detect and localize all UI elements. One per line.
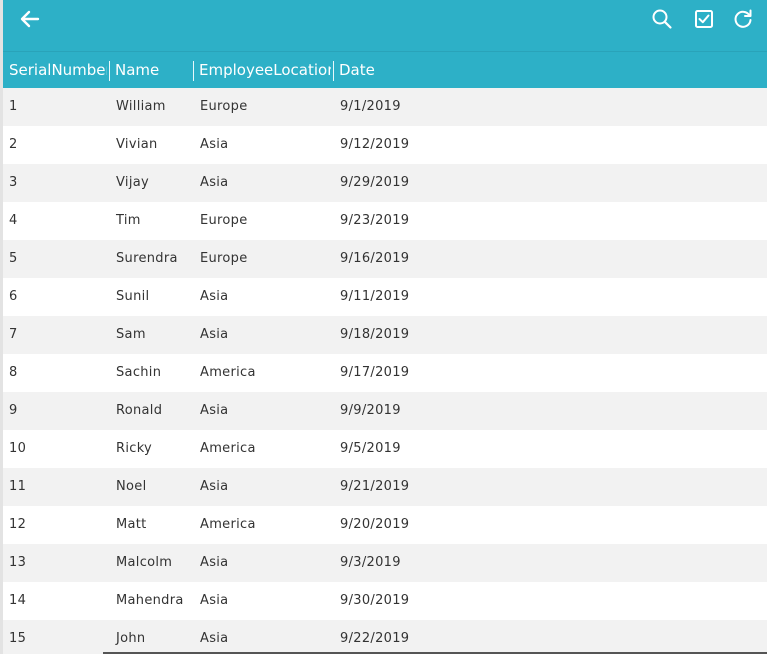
cell-employeelocation: Asia (200, 555, 229, 570)
cell-employeelocation: Asia (200, 479, 229, 494)
column-separator[interactable] (333, 61, 334, 81)
cell-name: Ronald (116, 403, 163, 418)
table-row[interactable]: 6 Sunil Asia 9/11/2019 (0, 278, 767, 316)
search-icon (651, 8, 673, 30)
cell-date: 9/18/2019 (340, 327, 410, 342)
cell-date: 9/1/2019 (340, 99, 401, 114)
grid-header: SerialNumber Name EmployeeLocation Date (0, 51, 767, 88)
cell-date: 9/11/2019 (340, 289, 410, 304)
cell-employeelocation: Asia (200, 593, 229, 608)
column-header-serialnumber[interactable]: SerialNumber (9, 52, 107, 89)
toolbar (0, 0, 767, 51)
cell-employeelocation: Asia (200, 403, 229, 418)
cell-serialnumber: 6 (9, 289, 18, 304)
cell-employeelocation: America (200, 365, 256, 380)
left-edge-divider (0, 0, 3, 654)
cell-date: 9/5/2019 (340, 441, 401, 456)
cell-serialnumber: 5 (9, 251, 18, 266)
cell-serialnumber: 3 (9, 175, 18, 190)
column-header-date[interactable]: Date (339, 52, 459, 89)
cell-serialnumber: 1 (9, 99, 18, 114)
cell-employeelocation: Asia (200, 631, 229, 646)
column-header-name[interactable]: Name (115, 52, 191, 89)
cell-serialnumber: 12 (9, 517, 27, 532)
table-row[interactable]: 3 Vijay Asia 9/29/2019 (0, 164, 767, 202)
cell-name: Matt (116, 517, 147, 532)
cell-name: Sachin (116, 365, 162, 380)
cell-serialnumber: 2 (9, 137, 18, 152)
cell-date: 9/21/2019 (340, 479, 410, 494)
table-row[interactable]: 9 Ronald Asia 9/9/2019 (0, 392, 767, 430)
cell-name: Vivian (116, 137, 158, 152)
cell-employeelocation: Europe (200, 99, 248, 114)
cell-serialnumber: 9 (9, 403, 18, 418)
cell-name: Vijay (116, 175, 149, 190)
table-row[interactable]: 7 Sam Asia 9/18/2019 (0, 316, 767, 354)
cell-serialnumber: 7 (9, 327, 18, 342)
cell-name: Surendra (116, 251, 178, 266)
cell-date: 9/12/2019 (340, 137, 410, 152)
cell-serialnumber: 15 (9, 631, 27, 646)
column-separator[interactable] (193, 61, 194, 81)
cell-name: Tim (116, 213, 141, 228)
cell-serialnumber: 13 (9, 555, 27, 570)
table-row[interactable]: 10 Ricky America 9/5/2019 (0, 430, 767, 468)
table-row[interactable]: 5 Surendra Europe 9/16/2019 (0, 240, 767, 278)
search-button[interactable] (650, 7, 674, 31)
table-row[interactable]: 4 Tim Europe 9/23/2019 (0, 202, 767, 240)
cell-date: 9/22/2019 (340, 631, 410, 646)
cell-name: Malcolm (116, 555, 173, 570)
cell-date: 9/17/2019 (340, 365, 410, 380)
cell-serialnumber: 4 (9, 213, 18, 228)
cell-employeelocation: Europe (200, 213, 248, 228)
cell-date: 9/30/2019 (340, 593, 410, 608)
column-separator[interactable] (109, 61, 110, 81)
table-row[interactable]: 14 Mahendra Asia 9/30/2019 (0, 582, 767, 620)
cell-name: Noel (116, 479, 147, 494)
cell-employeelocation: Asia (200, 289, 229, 304)
cell-date: 9/29/2019 (340, 175, 410, 190)
table-row[interactable]: 15 John Asia 9/22/2019 (0, 620, 767, 654)
refresh-icon (732, 8, 754, 30)
column-header-employeelocation[interactable]: EmployeeLocation (199, 52, 331, 89)
cell-date: 9/3/2019 (340, 555, 401, 570)
cell-date: 9/20/2019 (340, 517, 410, 532)
cell-date: 9/16/2019 (340, 251, 410, 266)
cell-name: Ricky (116, 441, 153, 456)
cell-employeelocation: Asia (200, 175, 229, 190)
select-button[interactable] (692, 7, 716, 31)
cell-employeelocation: Asia (200, 327, 229, 342)
refresh-button[interactable] (731, 7, 755, 31)
cell-date: 9/9/2019 (340, 403, 401, 418)
table-row[interactable]: 1 William Europe 9/1/2019 (0, 88, 767, 126)
cell-employeelocation: America (200, 517, 256, 532)
cell-employeelocation: America (200, 441, 256, 456)
table-row[interactable]: 8 Sachin America 9/17/2019 (0, 354, 767, 392)
cell-serialnumber: 14 (9, 593, 27, 608)
cell-name: Mahendra (116, 593, 184, 608)
table-row[interactable]: 2 Vivian Asia 9/12/2019 (0, 126, 767, 164)
cell-name: Sam (116, 327, 146, 342)
cell-employeelocation: Europe (200, 251, 248, 266)
cell-serialnumber: 10 (9, 441, 27, 456)
cell-date: 9/23/2019 (340, 213, 410, 228)
back-button[interactable] (18, 7, 42, 31)
cell-name: Sunil (116, 289, 150, 304)
cell-name: William (116, 99, 166, 114)
table-row[interactable]: 12 Matt America 9/20/2019 (0, 506, 767, 544)
app-window: SerialNumber Name EmployeeLocation Date … (0, 0, 767, 654)
table-row[interactable]: 11 Noel Asia 9/21/2019 (0, 468, 767, 506)
grid-body: 1 William Europe 9/1/2019 2 Vivian Asia … (0, 88, 767, 654)
checkbox-icon (694, 9, 714, 29)
cell-serialnumber: 8 (9, 365, 18, 380)
cell-employeelocation: Asia (200, 137, 229, 152)
table-row[interactable]: 13 Malcolm Asia 9/3/2019 (0, 544, 767, 582)
cell-serialnumber: 11 (9, 479, 27, 494)
arrow-left-icon (19, 8, 41, 30)
cell-name: John (116, 631, 146, 646)
